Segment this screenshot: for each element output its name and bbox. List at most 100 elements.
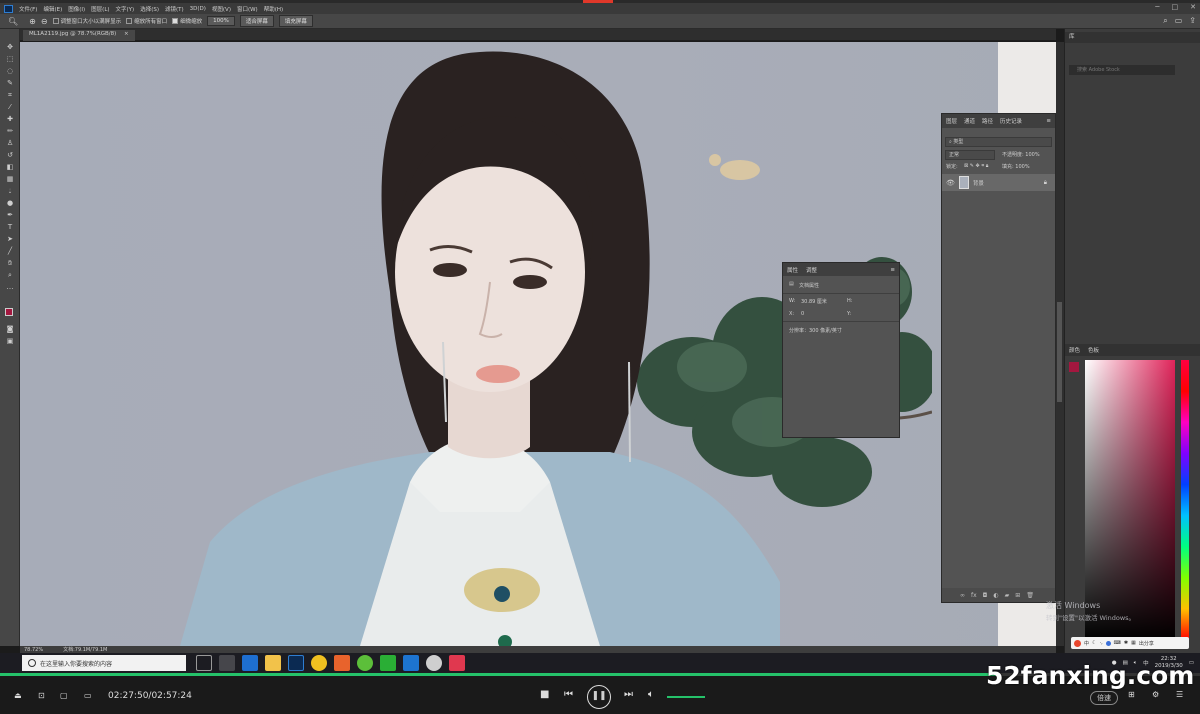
keyboard-icon[interactable]: ⌨ <box>1114 640 1121 646</box>
close-icon[interactable]: ✕ <box>1190 3 1196 11</box>
brush-tool-icon[interactable]: ✏ <box>4 126 16 137</box>
comment-icon[interactable]: ▭ <box>84 691 92 700</box>
eye-icon[interactable]: 👁︎ <box>946 179 955 187</box>
lock-icons[interactable]: ⊠ ✎ ✥ ⌗ 🔒︎ <box>964 163 988 169</box>
menu-window[interactable]: 窗口(W) <box>237 5 258 13</box>
dodge-tool-icon[interactable]: ● <box>4 198 16 209</box>
new-layer-icon[interactable]: ⊞ <box>1015 592 1020 599</box>
history-brush-tool-icon[interactable]: ↺ <box>4 150 16 161</box>
marquee-tool-icon[interactable]: ⬚ <box>4 54 16 65</box>
color-panel-swatch[interactable] <box>1069 362 1079 372</box>
line-tool-icon[interactable]: ╱ <box>4 246 16 257</box>
layer-row-background[interactable]: 👁︎ 背景 🔒︎ <box>942 174 1055 191</box>
moon-icon[interactable]: ☾ <box>1092 640 1096 646</box>
healing-brush-tool-icon[interactable]: ✚ <box>4 114 16 125</box>
app-red-icon[interactable] <box>449 655 465 671</box>
lasso-tool-icon[interactable]: ◌ <box>4 66 16 77</box>
screenshot-icon[interactable]: ⊡ <box>38 691 45 700</box>
scrubby-zoom-checkbox[interactable] <box>172 18 179 24</box>
zoom-in-icon[interactable]: ⊕ <box>29 17 36 26</box>
pen-tool-icon[interactable]: ✒ <box>4 210 16 221</box>
link-layers-icon[interactable]: ∞ <box>960 592 965 599</box>
path-select-tool-icon[interactable]: ➤ <box>4 234 16 245</box>
ime-language[interactable]: 中 <box>1084 640 1089 647</box>
share-label[interactable]: 出分享 <box>1139 640 1154 647</box>
edge-icon[interactable] <box>242 655 258 671</box>
share-icon[interactable]: ⇪ <box>1189 16 1196 26</box>
eraser-tool-icon[interactable]: ◧ <box>4 162 16 173</box>
document-canvas[interactable] <box>20 42 1056 646</box>
menu-help[interactable]: 帮助(H) <box>264 5 283 13</box>
tab-swatches[interactable]: 色板 <box>1088 346 1099 354</box>
stop-icon[interactable]: ■ <box>540 689 549 700</box>
menu-file[interactable]: 文件(F) <box>19 5 37 13</box>
blend-mode-select[interactable]: 正常 <box>945 150 995 160</box>
scrubby-zoom-option[interactable]: 细微缩放 <box>172 17 202 25</box>
app-orange-icon[interactable] <box>334 655 350 671</box>
tab-color[interactable]: 颜色 <box>1069 346 1080 354</box>
clone-stamp-tool-icon[interactable]: ♙ <box>4 138 16 149</box>
blur-tool-icon[interactable]: 💧︎ <box>4 186 16 197</box>
group-icon[interactable]: ▰ <box>1005 592 1010 599</box>
menu-view[interactable]: 视图(V) <box>212 5 231 13</box>
zoom-tool-sidebar-icon[interactable]: ⌕ <box>4 270 16 281</box>
file-explorer-icon[interactable] <box>265 655 281 671</box>
tab-adjustments[interactable]: 调整 <box>806 266 817 274</box>
tab-channels[interactable]: 通道 <box>964 117 975 125</box>
taskbar-search[interactable]: 在这里输入你要搜索的内容 <box>22 655 186 671</box>
width-value[interactable]: 30.89 厘米 <box>801 298 827 305</box>
pause-button[interactable]: ❚❚ <box>587 685 611 709</box>
next-icon[interactable]: ⏭ <box>624 689 633 700</box>
volume-slider[interactable] <box>667 696 705 698</box>
panel-menu-icon[interactable]: ≡ <box>890 267 895 273</box>
layer-style-icon[interactable]: fx <box>971 592 977 599</box>
menu-image[interactable]: 图像(I) <box>68 5 85 13</box>
app-green-icon[interactable] <box>357 655 373 671</box>
hue-slider[interactable] <box>1181 360 1189 640</box>
menu-type[interactable]: 文字(Y) <box>116 5 135 13</box>
previous-icon[interactable]: ⏮ <box>564 689 573 700</box>
zoom-tool-icon[interactable]: 🔍︎ <box>8 17 18 26</box>
photoshop-taskbar-icon[interactable] <box>288 655 304 671</box>
punct-icon[interactable]: ·, <box>1100 640 1103 646</box>
delete-layer-icon[interactable]: 🗑︎ <box>1026 592 1034 599</box>
menu-select[interactable]: 选择(S) <box>140 5 159 13</box>
settings-icon[interactable]: ⚙ <box>1152 690 1159 699</box>
fill-value[interactable]: 100% <box>1015 164 1029 170</box>
voice-icon[interactable] <box>1105 640 1111 646</box>
tab-paths[interactable]: 路径 <box>982 117 993 125</box>
fullscreen-icon[interactable]: ⊞ <box>1128 690 1135 699</box>
menu-layer[interactable]: 图层(L) <box>91 5 109 13</box>
eyedropper-tool-icon[interactable]: ⁄ <box>4 102 16 113</box>
hand-tool-icon[interactable]: ✋︎ <box>4 258 16 269</box>
opacity-control[interactable]: 不透明度: 100% <box>1002 151 1040 158</box>
tab-layers[interactable]: 图层 <box>946 117 957 125</box>
more-tools-icon[interactable]: … <box>4 282 16 293</box>
ime-toolbar[interactable]: 中 ☾ ·, ⌨ ✱ ▦ 出分享 <box>1071 637 1189 649</box>
zoom-100-button[interactable]: 100% <box>207 16 235 26</box>
type-tool-icon[interactable]: T <box>4 222 16 233</box>
zoom-readout[interactable]: 78.72% <box>24 647 43 653</box>
skin-icon[interactable]: ✱ <box>1124 640 1128 646</box>
menu-filter[interactable]: 滤镜(T) <box>165 5 184 13</box>
zoom-all-option[interactable]: 缩放所有窗口 <box>126 17 167 25</box>
search-icon[interactable]: ⌕ <box>1163 16 1167 26</box>
close-tab-icon[interactable]: × <box>124 31 129 37</box>
x-value[interactable]: 0 <box>801 311 804 317</box>
crop-tool-icon[interactable]: ⌗ <box>4 90 16 101</box>
panel-menu-icon[interactable]: ≡ <box>1046 118 1051 124</box>
zoom-all-checkbox[interactable] <box>126 18 133 24</box>
canvas-vertical-scrollbar[interactable] <box>1056 42 1064 646</box>
minimize-icon[interactable]: ─ <box>1155 3 1159 11</box>
fill-control[interactable]: 填充: 100% <box>1002 163 1030 170</box>
foreground-color-swatch[interactable] <box>5 308 13 316</box>
quick-select-tool-icon[interactable]: ✎ <box>4 78 16 89</box>
document-tab[interactable]: ML1A2119.jpg @ 78.7%(RGB/8) × <box>23 30 135 41</box>
add-mask-icon[interactable]: ◘ <box>983 592 988 599</box>
task-view-icon[interactable] <box>196 655 212 671</box>
wechat-icon[interactable] <box>380 655 396 671</box>
gradient-tool-icon[interactable]: ▦ <box>4 174 16 185</box>
tab-libraries[interactable]: 库 <box>1069 34 1075 40</box>
menu-3d[interactable]: 3D(D) <box>190 6 206 12</box>
adjustment-layer-icon[interactable]: ◐ <box>993 592 998 599</box>
